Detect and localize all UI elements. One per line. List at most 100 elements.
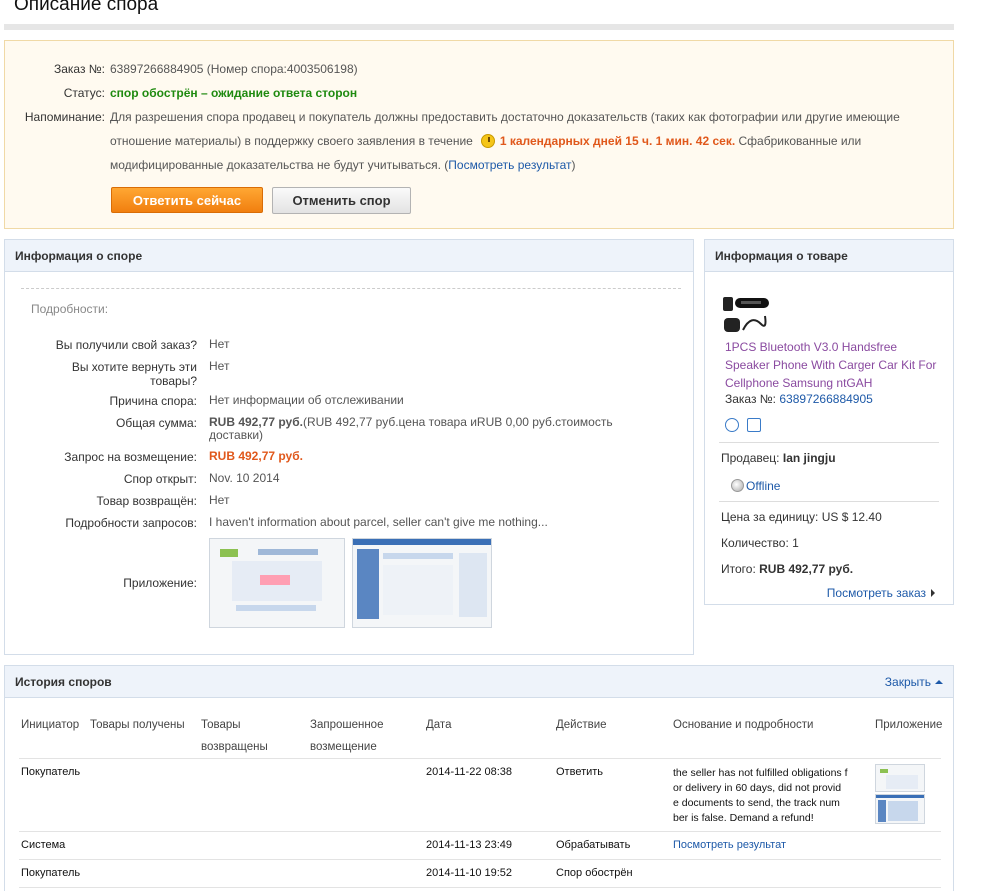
title-divider xyxy=(4,24,954,30)
reminder-timer: 1 календарных дней 15 ч. 1 мин. 42 сек. xyxy=(499,134,736,148)
row-1-reason-line-3: e documents to send, the track num xyxy=(673,797,840,809)
row-2-date: 2014-11-13 23:49 xyxy=(426,839,513,851)
reply-now-button[interactable]: Ответить сейчас xyxy=(111,187,263,213)
seller-status[interactable]: Offline xyxy=(731,479,780,493)
return-label: Вы хотите вернуть эти товары? xyxy=(71,360,197,388)
product-total-value: RUB 492,77 руб. xyxy=(759,562,854,576)
col-goods-returned: Товары возвращены xyxy=(201,714,268,758)
status-label: Статус: xyxy=(63,86,105,100)
col-date: Дата xyxy=(426,719,452,731)
col-reason: Основание и подробности xyxy=(673,719,814,731)
cancel-dispute-button[interactable]: Отменить спор xyxy=(272,187,411,214)
product-total-label: Итого: xyxy=(721,562,756,576)
row-1-reason: the seller has not fulfilled obligations… xyxy=(673,766,848,826)
unit-price-value: US $ 12.40 xyxy=(821,510,882,524)
attachment-thumbnail-2[interactable] xyxy=(352,538,492,628)
returned-label: Товар возвращён: xyxy=(96,494,198,508)
dispute-summary: Заказ №: 63897266884905 (Номер спора:400… xyxy=(4,40,954,229)
refund-value: RUB 492,77 руб. xyxy=(209,449,303,463)
product-image[interactable] xyxy=(721,294,771,334)
row-divider-1 xyxy=(19,831,941,832)
reminder-line-2: отношение материалы) в поддержку своего … xyxy=(110,129,910,153)
col-initiator: Инициатор xyxy=(21,719,80,731)
received-value: Нет xyxy=(209,337,230,351)
status-value: спор обострён – ожидание ответа сторон xyxy=(110,86,358,100)
seller-status-text: Offline xyxy=(746,479,781,493)
timer-icon xyxy=(480,134,495,148)
reminder-close: ) xyxy=(571,158,576,172)
offline-icon xyxy=(731,479,744,492)
seller-label: Продавец: xyxy=(721,451,780,465)
product-order-label: Заказ №: xyxy=(725,392,777,406)
view-order-text: Посмотреть заказ xyxy=(826,586,926,600)
col-refund: Запрошенное возмещение xyxy=(310,714,383,758)
close-history-text: Закрыть xyxy=(884,675,931,689)
row-3-date: 2014-11-10 19:52 xyxy=(426,867,513,879)
order-value: 63897266884905 (Номер спора:4003506198) xyxy=(110,62,358,76)
refresh-icon[interactable] xyxy=(747,418,761,432)
history-header: История споров xyxy=(5,666,953,698)
row-1-reason-line-4: ber is false. Demand a refund! xyxy=(673,812,814,824)
row-3-initiator: Покупатель xyxy=(21,867,81,879)
order-label: Заказ №: xyxy=(53,62,105,76)
unit-price-label: Цена за единицу: xyxy=(721,510,819,524)
row-1-reason-line-1: the seller has not fulfilled obligations… xyxy=(673,767,848,779)
details-label: Подробности: xyxy=(31,302,109,316)
row-1-initiator: Покупатель xyxy=(21,766,81,778)
dispute-info-panel: Информация о споре Подробности: Вы получ… xyxy=(4,239,694,655)
col-attachment: Приложение xyxy=(875,719,943,731)
col-goods-returned-line-1: Товары xyxy=(201,719,241,731)
product-action-icons xyxy=(725,418,769,435)
col-goods-returned-line-2: возвращены xyxy=(201,741,268,753)
row-divider-3 xyxy=(19,887,941,888)
total-value: RUB 492,77 руб.(RUB 492,77 руб.цена това… xyxy=(209,416,629,442)
total-label: Общая сумма: xyxy=(116,416,197,430)
row-2-view-result-link[interactable]: Посмотреть результат xyxy=(673,839,786,851)
refund-label: Запрос на возмещение: xyxy=(64,450,197,464)
returned-value: Нет xyxy=(209,493,230,507)
reminder-label: Напоминание: xyxy=(24,110,105,124)
quantity-row: Количество: 1 xyxy=(721,536,799,550)
row-divider-2 xyxy=(19,859,941,860)
product-divider-1 xyxy=(719,442,939,443)
product-divider-2 xyxy=(719,501,939,502)
col-action: Действие xyxy=(556,719,607,731)
request-details-value: I haven't information about parcel, sell… xyxy=(209,515,548,529)
received-label: Вы получили свой заказ? xyxy=(55,338,197,352)
reminder-line-2-end: Сфабрикованные или xyxy=(738,134,862,148)
quantity-value: 1 xyxy=(792,536,799,550)
row-1-attachment-1[interactable] xyxy=(875,764,925,792)
view-result-link[interactable]: Посмотреть результат xyxy=(448,158,571,172)
reminder-text: Для разрешения спора продавец и покупате… xyxy=(110,105,910,177)
product-name-link[interactable]: 1PCS Bluetooth V3.0 Handsfree Speaker Ph… xyxy=(725,338,940,392)
reason-value: Нет информации об отслеживании xyxy=(209,393,404,407)
product-order-link[interactable]: 63897266884905 xyxy=(779,392,872,406)
close-history-link[interactable]: Закрыть xyxy=(885,675,943,689)
row-1-attachment-2[interactable] xyxy=(875,794,925,824)
seller-row: Продавец: Ian jingju xyxy=(721,451,836,465)
product-info-panel: Информация о товаре 1PCS Bluetooth V3.0 … xyxy=(704,239,954,605)
dispute-info-header: Информация о споре xyxy=(5,240,693,272)
attachment-label: Приложение: xyxy=(123,576,197,590)
attachment-thumbnail-1[interactable] xyxy=(209,538,345,628)
arrow-right-icon xyxy=(931,589,935,597)
page-title: Описание спора xyxy=(14,0,159,15)
col-refund-line-2: возмещение xyxy=(310,741,377,753)
dashed-divider xyxy=(21,288,681,289)
row-1-date: 2014-11-22 08:38 xyxy=(426,766,513,778)
request-details-label: Подробности запросов: xyxy=(65,516,197,530)
total-value-bold: RUB 492,77 руб. xyxy=(209,415,303,429)
alarm-clock-icon[interactable] xyxy=(725,418,739,432)
product-order: Заказ №: 63897266884905 xyxy=(725,392,873,406)
dispute-history-panel: История споров Закрыть Инициатор Товары … xyxy=(4,665,954,891)
row-3-action: Спор обострён xyxy=(556,867,633,879)
arrow-up-icon xyxy=(935,680,943,684)
col-refund-line-1: Запрошенное xyxy=(310,719,384,731)
row-1-reason-line-2: or delivery in 60 days, did not provid xyxy=(673,782,842,794)
reminder-line-2-start: отношение материалы) в поддержку своего … xyxy=(110,134,473,148)
row-2-action: Обрабатывать xyxy=(556,839,631,851)
row-1-action: Ответить xyxy=(556,766,604,778)
return-value: Нет xyxy=(209,359,230,373)
view-order-link[interactable]: Посмотреть заказ xyxy=(827,586,935,600)
unit-price-row: Цена за единицу: US $ 12.40 xyxy=(721,510,882,524)
